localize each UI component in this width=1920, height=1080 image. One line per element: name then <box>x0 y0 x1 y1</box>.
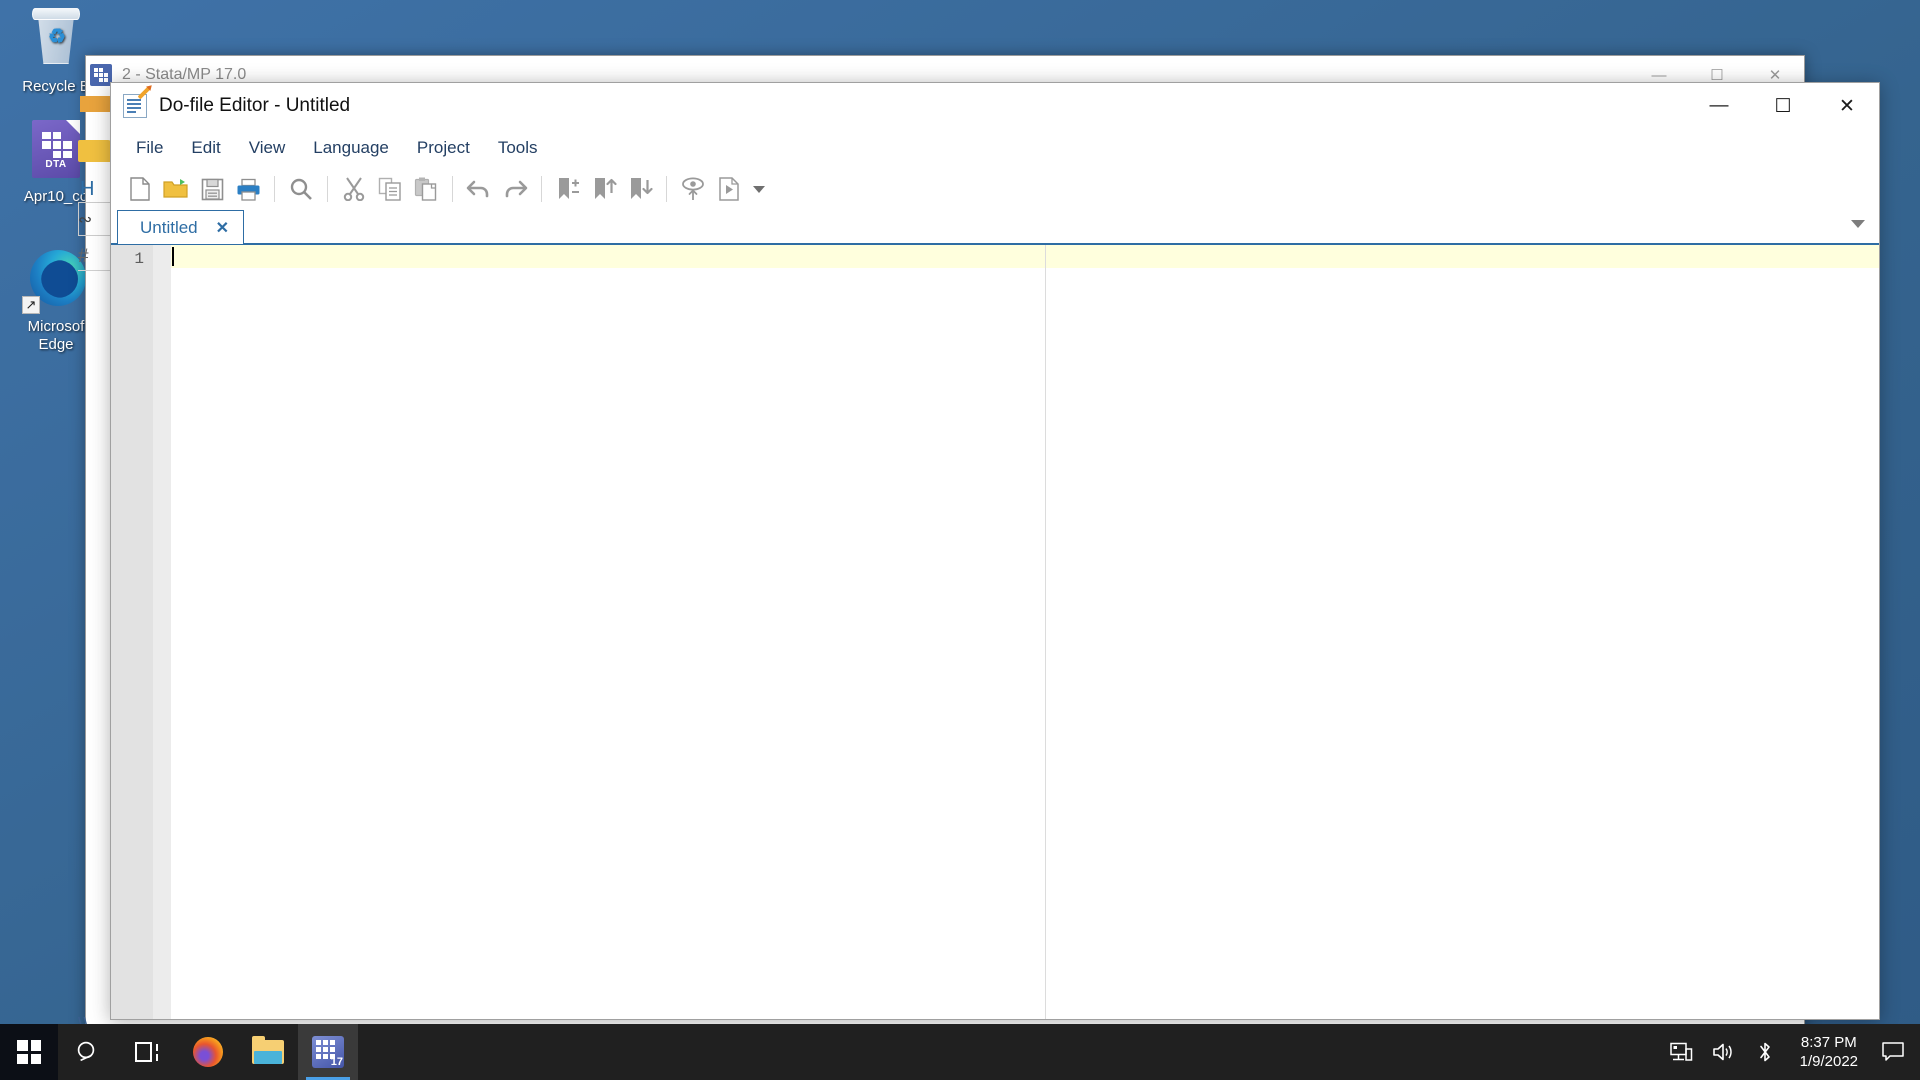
clock-time: 8:37 PM <box>1800 1034 1857 1051</box>
preview-icon[interactable] <box>676 172 710 206</box>
minimize-button[interactable]: — <box>1687 83 1751 129</box>
tab-close-icon[interactable]: ✕ <box>216 218 229 238</box>
desktop-icon-label: Microsof <box>27 318 85 335</box>
do-file-editor-title-bar[interactable]: Do-file Editor - Untitled — ☐ ✕ <box>111 83 1879 129</box>
taskbar-stata-button[interactable]: 17 <box>298 1024 358 1080</box>
action-center-button[interactable] <box>1872 1024 1914 1080</box>
undo-icon[interactable] <box>462 172 496 206</box>
stata-logo-icon <box>90 64 112 86</box>
tab-label: Untitled <box>140 217 198 237</box>
stata-icon: 17 <box>312 1036 344 1068</box>
menu-bar: File Edit View Language Project Tools <box>111 129 1879 167</box>
stata-open-folder-sliver-icon <box>78 140 112 162</box>
paste-icon[interactable] <box>409 172 443 206</box>
next-bookmark-icon[interactable] <box>623 172 657 206</box>
windows-logo-icon <box>17 1040 41 1064</box>
open-folder-icon[interactable] <box>159 172 193 206</box>
menu-language[interactable]: Language <box>302 134 400 162</box>
volume-icon[interactable] <box>1702 1024 1744 1080</box>
clock-date: 1/9/2022 <box>1799 1053 1858 1070</box>
save-icon[interactable] <box>195 172 229 206</box>
taskbar: 17 8:37 PM 1/9/2022 <box>0 1024 1920 1080</box>
firefox-icon <box>193 1037 223 1067</box>
new-do-file-icon[interactable] <box>123 172 157 206</box>
print-icon[interactable] <box>231 172 265 206</box>
dta-badge: DTA <box>45 159 67 170</box>
tab-untitled[interactable]: Untitled ✕ <box>117 210 245 244</box>
code-text-area[interactable] <box>171 245 1879 1019</box>
menu-edit[interactable]: Edit <box>180 134 231 162</box>
taskbar-clock[interactable]: 8:37 PM 1/9/2022 <box>1786 1024 1872 1080</box>
redo-icon[interactable] <box>498 172 532 206</box>
toolbar-separator <box>274 176 275 202</box>
menu-view[interactable]: View <box>238 134 297 162</box>
stata-divider-sliver <box>78 270 114 271</box>
toolbar-separator <box>666 176 667 202</box>
line-number-gutter: 1 <box>111 245 153 1019</box>
taskbar-task-view-button[interactable] <box>118 1024 178 1080</box>
code-line[interactable] <box>171 250 1879 273</box>
do-file-editor-title: Do-file Editor - Untitled <box>159 95 351 116</box>
toolbar-separator <box>452 176 453 202</box>
stata-toolbar-sliver <box>80 96 110 112</box>
menu-project[interactable]: Project <box>406 134 481 162</box>
toolbar-separator <box>541 176 542 202</box>
stata-version-badge: 17 <box>330 1056 343 1068</box>
do-file-editor-window[interactable]: Do-file Editor - Untitled — ☐ ✕ File Edi… <box>110 82 1880 1020</box>
recycle-bin-icon: ♻ <box>24 8 88 72</box>
shortcut-arrow-icon: ↗ <box>22 296 40 314</box>
copy-icon[interactable] <box>373 172 407 206</box>
taskbar-firefox-button[interactable] <box>178 1024 238 1080</box>
execute-do-icon[interactable] <box>712 172 746 206</box>
start-button[interactable] <box>0 1024 58 1080</box>
toolbar-separator <box>327 176 328 202</box>
taskbar-file-explorer-button[interactable] <box>238 1024 298 1080</box>
network-icon[interactable] <box>1660 1024 1702 1080</box>
bluetooth-icon[interactable] <box>1744 1024 1786 1080</box>
find-icon[interactable] <box>284 172 318 206</box>
cut-icon[interactable] <box>337 172 371 206</box>
bookmark-gutter[interactable] <box>153 245 171 1019</box>
desktop-icon-label: Recycle B <box>22 78 90 95</box>
desktop: ♻ Recycle B DTA Apr10_co ↗ Microsof Edge <box>0 0 1920 1080</box>
system-tray: 8:37 PM 1/9/2022 <box>1660 1024 1920 1080</box>
do-file-document-icon <box>123 86 151 118</box>
menu-tools[interactable]: Tools <box>487 134 549 162</box>
tab-list-dropdown-icon[interactable] <box>1851 220 1865 228</box>
editor-tab-bar: Untitled ✕ <box>111 210 1879 245</box>
previous-bookmark-icon[interactable] <box>587 172 621 206</box>
menu-file[interactable]: File <box>125 134 174 162</box>
code-editor-area[interactable]: 1 <box>111 245 1879 1019</box>
notifications-icon <box>1882 1042 1904 1061</box>
line-number: 1 <box>134 250 144 268</box>
do-file-window-controls: — ☐ ✕ <box>1687 83 1879 129</box>
close-button[interactable]: ✕ <box>1815 83 1879 129</box>
taskbar-search-button[interactable] <box>58 1024 118 1080</box>
execute-dropdown-icon[interactable] <box>748 172 770 206</box>
toggle-bookmark-icon[interactable] <box>551 172 585 206</box>
search-icon <box>77 1041 95 1062</box>
right-margin-guide <box>1045 245 1046 1019</box>
editor-toolbar <box>111 167 1879 211</box>
file-explorer-icon <box>252 1036 284 1064</box>
desktop-icon-label-line2: Edge <box>38 336 74 353</box>
task-view-icon <box>135 1042 161 1062</box>
maximize-button[interactable]: ☐ <box>1751 83 1815 129</box>
